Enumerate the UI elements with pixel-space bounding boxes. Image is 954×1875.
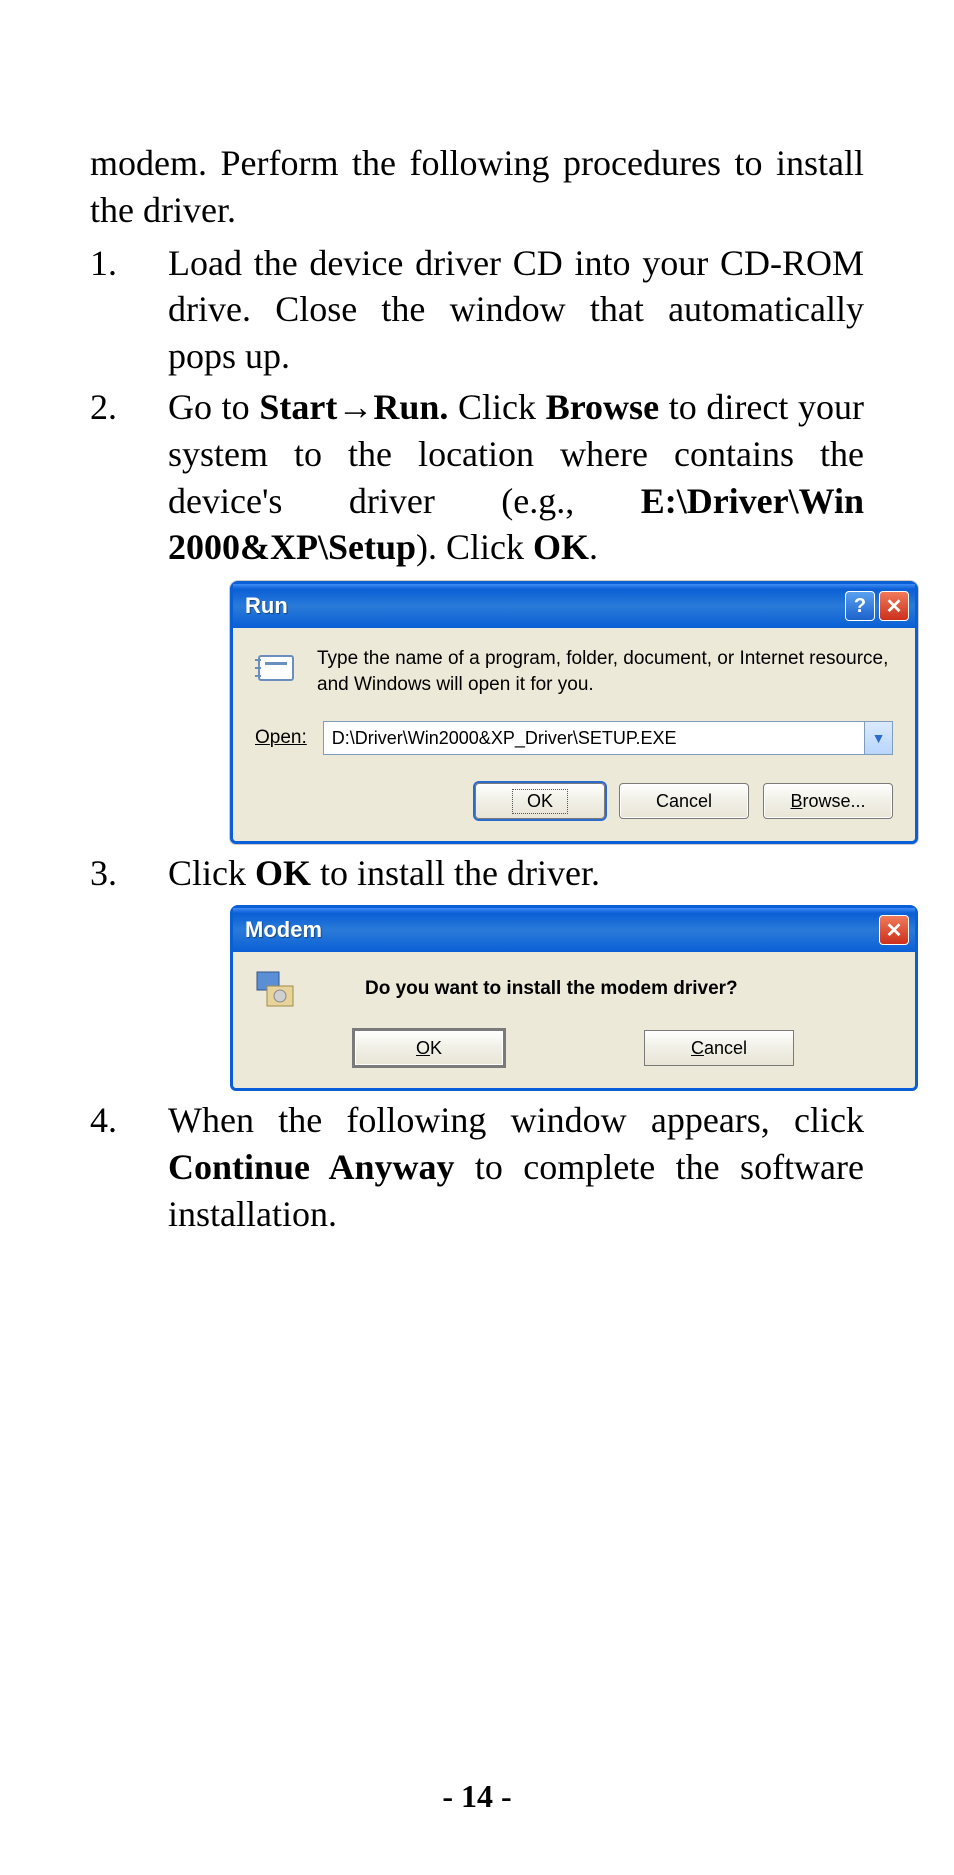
run-titlebar[interactable]: Run ? ✕ xyxy=(233,584,915,628)
page-number: - 14 - xyxy=(90,1778,864,1815)
browse-button[interactable]: Browse... xyxy=(763,783,893,819)
list-item-1: Load the device driver CD into your CD-R… xyxy=(168,240,864,380)
t2-browse: Browse xyxy=(546,387,659,427)
list-item-2: Go to Start→Run. Click Browse to direct … xyxy=(168,384,864,571)
cancel-button[interactable]: Cancel xyxy=(619,783,749,819)
list-number-2: 2. xyxy=(90,384,168,571)
installer-icon xyxy=(253,968,295,1010)
open-label: Open: xyxy=(255,727,307,749)
modem-titlebar[interactable]: Modem ✕ xyxy=(233,908,915,952)
ok-button[interactable]: OK xyxy=(475,783,605,819)
t2-start: Start xyxy=(259,387,337,427)
help-button[interactable]: ? xyxy=(845,591,875,621)
run-dialog: Run ? ✕ Type the name of a program, fold… xyxy=(230,581,918,844)
t2-ok: OK xyxy=(533,527,589,567)
list-number-1: 1. xyxy=(90,240,168,380)
intro-paragraph: modem. Perform the following procedures … xyxy=(90,140,864,234)
modem-ok-button[interactable]: OK xyxy=(354,1030,504,1066)
modem-close-button[interactable]: ✕ xyxy=(879,915,909,945)
t2-run: Run. xyxy=(373,387,448,427)
list-number-3: 3. xyxy=(90,850,168,897)
t2d: ). Click xyxy=(416,527,533,567)
procedure-list-cont: 3. Click OK to install the driver. xyxy=(90,850,864,897)
close-button[interactable]: ✕ xyxy=(879,591,909,621)
list-item-3: Click OK to install the driver. xyxy=(168,850,864,897)
modem-title: Modem xyxy=(245,917,875,943)
t2b: Click xyxy=(448,387,545,427)
run-hint: Type the name of a program, folder, docu… xyxy=(317,646,893,697)
run-title: Run xyxy=(245,593,841,619)
t2e: . xyxy=(589,527,598,567)
open-input[interactable] xyxy=(323,721,865,755)
t2a: Go to xyxy=(168,387,259,427)
list-number-4: 4. xyxy=(90,1097,168,1237)
procedure-list: 1. Load the device driver CD into your C… xyxy=(90,240,864,572)
dropdown-button[interactable]: ▼ xyxy=(865,721,893,755)
modem-cancel-button[interactable]: Cancel xyxy=(644,1030,794,1066)
modem-message: Do you want to install the modem driver? xyxy=(365,978,738,1000)
list-item-4: When the following window appears, click… xyxy=(168,1097,864,1237)
run-icon xyxy=(255,650,299,686)
procedure-list-cont2: 4. When the following window appears, cl… xyxy=(90,1097,864,1237)
modem-dialog: Modem ✕ Do you want to install the modem… xyxy=(230,905,918,1091)
arrow-icon: → xyxy=(337,387,373,427)
